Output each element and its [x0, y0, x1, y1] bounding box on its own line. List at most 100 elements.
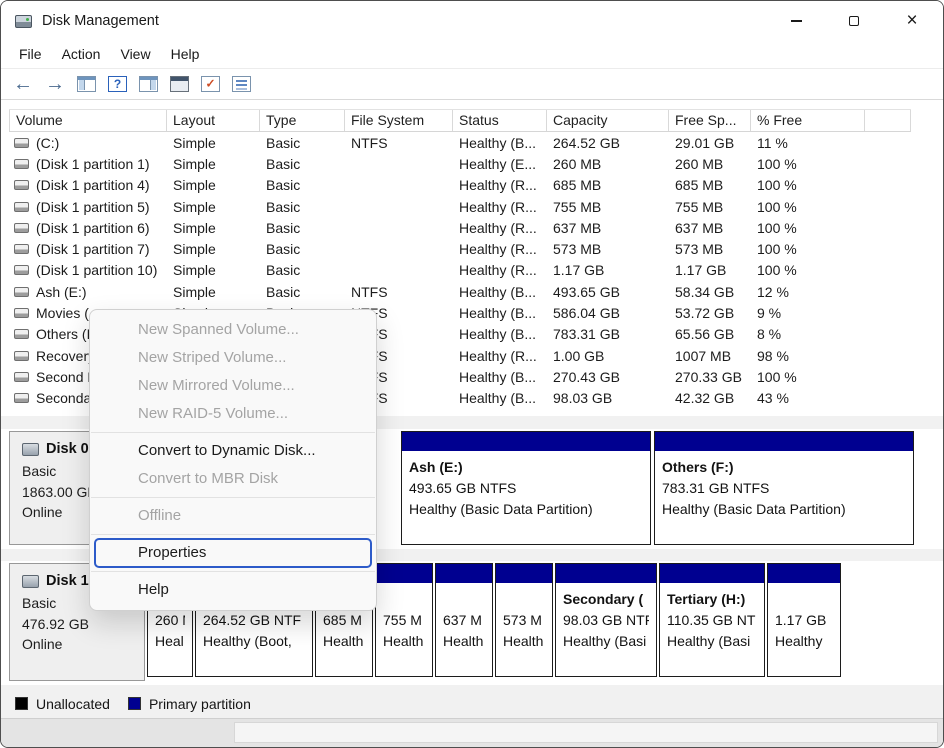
context-menu-item-new-striped-volume: New Striped Volume...	[90, 344, 376, 372]
cell-free-space: 637 MB	[669, 220, 751, 236]
cell-free-space: 573 MB	[669, 241, 751, 257]
partition-size: 783.31 GB NTFS	[662, 478, 906, 499]
report-icon[interactable]	[232, 76, 251, 92]
context-menu-item-convert-to-dynamic-disk[interactable]: Convert to Dynamic Disk...	[90, 437, 376, 465]
maximize-icon	[849, 16, 859, 26]
column-header-pct-free[interactable]: % Free	[751, 110, 865, 131]
cell-free-space: 755 MB	[669, 199, 751, 215]
partition-info: 637 MHealth	[436, 583, 492, 652]
cell-status: Healthy (R...	[453, 199, 547, 215]
table-row[interactable]: Ash (E:)SimpleBasicNTFSHealthy (B...493.…	[9, 281, 911, 302]
partition-status: Health	[503, 631, 545, 652]
cell-file-system: NTFS	[345, 135, 453, 151]
cell-capacity: 586.04 GB	[547, 305, 669, 321]
partition-box[interactable]: Others (F:)783.31 GB NTFSHealthy (Basic …	[654, 431, 914, 545]
legend-label: Unallocated	[36, 696, 110, 712]
context-menu-item-help[interactable]: Help	[90, 576, 376, 604]
menu-action[interactable]: Action	[52, 41, 111, 68]
minimize-icon	[791, 20, 802, 22]
table-row[interactable]: (Disk 1 partition 6)SimpleBasicHealthy (…	[9, 217, 911, 238]
legend-swatch	[128, 697, 141, 710]
volume-icon	[14, 329, 29, 339]
close-button[interactable]: ×	[889, 2, 935, 40]
console-window-icon[interactable]	[170, 76, 189, 92]
cell-capacity: 783.31 GB	[547, 326, 669, 342]
disk-icon	[22, 575, 39, 588]
partition-box[interactable]: 755 MHealth	[375, 563, 433, 677]
cell-status: Healthy (R...	[453, 220, 547, 236]
volume-icon	[14, 223, 29, 233]
table-row[interactable]: (C:)SimpleBasicNTFSHealthy (B...264.52 G…	[9, 132, 911, 153]
disk-icon	[22, 443, 39, 456]
show-console-tree-icon[interactable]	[77, 76, 96, 92]
column-header-type[interactable]: Type	[260, 110, 345, 131]
table-row[interactable]: (Disk 1 partition 4)SimpleBasicHealthy (…	[9, 175, 911, 196]
menu-view[interactable]: View	[110, 41, 160, 68]
context-menu-item-offline: Offline	[90, 502, 376, 530]
cell-type: Basic	[260, 177, 345, 193]
disk-status: Online	[22, 634, 144, 655]
column-header-volume[interactable]: Volume	[9, 110, 167, 131]
partition-size: 98.03 GB NTF	[563, 610, 649, 631]
table-row[interactable]: (Disk 1 partition 5)SimpleBasicHealthy (…	[9, 196, 911, 217]
check-disk-icon[interactable]	[201, 76, 220, 92]
partition-box[interactable]: 1.17 GBHealthy	[767, 563, 841, 677]
partition-info: 1.17 GBHealthy	[768, 583, 840, 652]
volume-label: (Disk 1 partition 7)	[36, 241, 150, 257]
table-header: VolumeLayoutTypeFile SystemStatusCapacit…	[9, 109, 911, 132]
table-row[interactable]: (Disk 1 partition 1)SimpleBasicHealthy (…	[9, 153, 911, 174]
cell-pct-free: 100 %	[751, 156, 865, 172]
cell-pct-free: 8 %	[751, 326, 865, 342]
table-row[interactable]: (Disk 1 partition 7)SimpleBasicHealthy (…	[9, 238, 911, 259]
volume-label: Ash (E:)	[36, 284, 87, 300]
partition-title	[503, 589, 545, 610]
column-header-free-space[interactable]: Free Sp...	[669, 110, 751, 131]
volume-label: Movies (	[36, 305, 89, 321]
column-header-file-system[interactable]: File System	[345, 110, 453, 131]
window-title: Disk Management	[42, 13, 159, 29]
volume-icon	[14, 393, 29, 403]
partition-title: Tertiary (H:)	[667, 589, 757, 610]
partition-color-bar	[655, 432, 913, 451]
forward-icon[interactable]: →	[45, 74, 65, 94]
cell-type: Basic	[260, 199, 345, 215]
menu-file[interactable]: File	[9, 41, 52, 68]
cell-capacity: 1.17 GB	[547, 262, 669, 278]
partition-size: 264.52 GB NTF	[203, 610, 305, 631]
partition-status: Healthy (Basic Data Partition)	[409, 499, 643, 520]
context-menu-item-convert-to-mbr-disk: Convert to MBR Disk	[90, 465, 376, 493]
partition-status: Healthy (Basi	[563, 631, 649, 652]
table-row[interactable]: (Disk 1 partition 10)SimpleBasicHealthy …	[9, 260, 911, 281]
disk-size: 476.92 GB	[22, 614, 144, 635]
cell-status: Healthy (E...	[453, 156, 547, 172]
partition-size: 260 M	[155, 610, 185, 631]
cell-pct-free: 12 %	[751, 284, 865, 300]
show-action-pane-icon[interactable]	[139, 76, 158, 92]
menu-help[interactable]: Help	[161, 41, 210, 68]
column-header-status[interactable]: Status	[453, 110, 547, 131]
column-header-layout[interactable]: Layout	[167, 110, 260, 131]
context-menu-item-properties[interactable]: Properties	[90, 539, 376, 567]
partition-box[interactable]: 573 MHealth	[495, 563, 553, 677]
partition-box[interactable]: Secondary (98.03 GB NTFHealthy (Basi	[555, 563, 657, 677]
partition-color-bar	[660, 564, 764, 583]
cell-capacity: 1.00 GB	[547, 348, 669, 364]
partition-title	[383, 589, 425, 610]
help-icon[interactable]	[108, 76, 127, 92]
partition-box[interactable]: Ash (E:)493.65 GB NTFSHealthy (Basic Dat…	[401, 431, 651, 545]
maximize-button[interactable]	[831, 2, 877, 40]
partition-box[interactable]: 637 MHealth	[435, 563, 493, 677]
back-icon[interactable]: ←	[13, 74, 33, 94]
volume-icon	[14, 351, 29, 361]
column-header-capacity[interactable]: Capacity	[547, 110, 669, 131]
minimize-button[interactable]	[773, 2, 819, 40]
cell-capacity: 637 MB	[547, 220, 669, 236]
volume-cell: Ash (E:)	[9, 284, 167, 300]
cell-free-space: 685 MB	[669, 177, 751, 193]
cell-free-space: 58.34 GB	[669, 284, 751, 300]
partition-box[interactable]: Tertiary (H:)110.35 GB NTHealthy (Basi	[659, 563, 765, 677]
partition-color-bar	[376, 564, 432, 583]
partition-title: Ash (E:)	[409, 457, 643, 478]
partition-color-bar	[768, 564, 840, 583]
partition-status: Healthy (Boot,	[203, 631, 305, 652]
